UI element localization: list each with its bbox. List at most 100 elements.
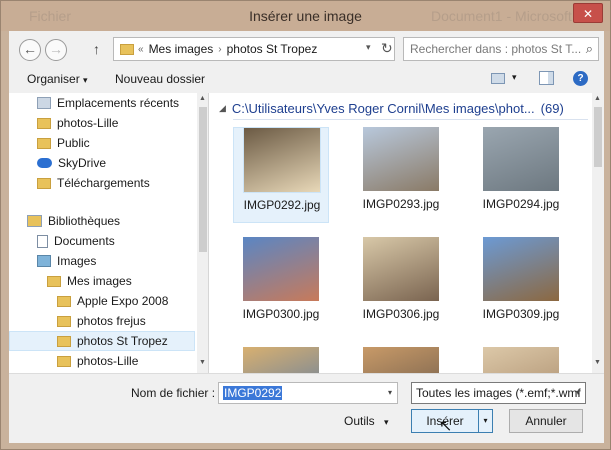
image-preview <box>483 127 559 191</box>
sidebar-item-apple-expo[interactable]: Apple Expo 2008 <box>9 291 195 311</box>
sidebar-item-label: Bibliothèques <box>48 214 121 228</box>
folder-icon <box>37 137 51 149</box>
organize-label: Organiser <box>27 72 80 86</box>
address-bar[interactable]: « Mes images › photos St Tropez ▾ ↻ <box>113 37 395 61</box>
sidebar-item-photos-frejus[interactable]: photos frejus <box>9 311 195 331</box>
preview-pane-icon[interactable] <box>539 71 554 85</box>
thumbnail-item[interactable]: IMGP0306.jpg <box>353 237 449 333</box>
thumbnail-item[interactable] <box>353 347 449 373</box>
sidebar-item-images[interactable]: Images <box>9 251 195 271</box>
thumbnail-label: IMGP0306.jpg <box>362 307 440 321</box>
insert-image-dialog: Fichier Document1 - Microsoft Wo Insérer… <box>0 0 611 450</box>
scroll-up-icon[interactable]: ▲ <box>199 95 206 102</box>
sidebar-item-downloads[interactable]: Téléchargements <box>9 173 195 193</box>
group-path: C:\Utilisateurs\Yves Roger Cornil\Mes im… <box>231 100 535 116</box>
sidebar-scrollbar[interactable]: ▲ ▼ <box>197 93 208 373</box>
group-divider <box>233 119 588 120</box>
scroll-up-icon[interactable]: ▲ <box>594 95 601 102</box>
tools-label: Outils <box>344 414 375 428</box>
image-preview <box>483 347 559 373</box>
breadcrumb-photos-st-tropez[interactable]: photos St Tropez <box>227 42 318 56</box>
sidebar-item-photos-lille[interactable]: photos-Lille <box>9 113 195 133</box>
thumbnail-item[interactable] <box>233 347 329 373</box>
filename-input[interactable]: IMGP0292 ▾ <box>218 382 398 404</box>
thumbnail-label: IMGP0293.jpg <box>362 197 440 211</box>
filename-value: IMGP0292 <box>223 386 283 400</box>
pictures-icon <box>37 255 51 267</box>
image-preview <box>243 237 319 301</box>
cancel-button[interactable]: Annuler <box>509 409 583 433</box>
thumbnail-item[interactable] <box>473 347 569 373</box>
folder-icon <box>120 43 134 55</box>
thumbnail-item[interactable]: IMGP0293.jpg <box>353 127 449 223</box>
new-folder-button[interactable]: Nouveau dossier <box>115 72 205 86</box>
scroll-thumb[interactable] <box>594 107 602 167</box>
image-preview <box>243 347 319 373</box>
sidebar-item-recent-places[interactable]: Emplacements récents <box>9 93 195 113</box>
sidebar-item-public[interactable]: Public <box>9 133 195 153</box>
sidebar-item-label: photos-Lille <box>57 116 119 130</box>
file-list: ◢ C:\Utilisateurs\Yves Roger Cornil\Mes … <box>209 93 604 373</box>
up-button[interactable]: ↑ <box>93 41 100 57</box>
collapse-icon[interactable]: ◢ <box>219 103 226 114</box>
view-dropdown-icon[interactable]: ▾ <box>512 72 517 83</box>
sidebar-item-mes-images[interactable]: Mes images <box>9 271 195 291</box>
chevron-down-icon[interactable]: ▾ <box>388 388 392 397</box>
change-view-icon[interactable] <box>491 73 505 84</box>
chevron-down-icon[interactable]: ▾ <box>576 388 580 397</box>
dialog-client: ← → ↑ « Mes images › photos St Tropez ▾ … <box>9 31 604 443</box>
image-preview <box>363 237 439 301</box>
chevron-down-icon: ▾ <box>83 75 88 85</box>
thumbnail-label: IMGP0300.jpg <box>242 307 320 321</box>
group-header[interactable]: ◢ C:\Utilisateurs\Yves Roger Cornil\Mes … <box>219 99 564 117</box>
chevron-down-icon: ▾ <box>384 417 389 427</box>
file-type-select[interactable]: Toutes les images (*.emf;*.wmf ▾ <box>411 382 586 404</box>
folder-icon <box>57 295 71 307</box>
toolbar: Organiser ▾ Nouveau dossier ▾ ? <box>9 67 604 93</box>
sidebar-item-label: SkyDrive <box>58 156 107 170</box>
scroll-down-icon[interactable]: ▼ <box>594 359 601 366</box>
sidebar-item-label: Emplacements récents <box>57 96 180 110</box>
sidebar-item-label: Public <box>57 136 90 150</box>
dialog-title: Insérer une image <box>249 8 362 24</box>
tools-button[interactable]: Outils ▾ <box>344 414 389 428</box>
sidebar-item-label: Apple Expo 2008 <box>77 294 169 308</box>
thumbnail-item[interactable]: IMGP0300.jpg <box>233 237 329 333</box>
scroll-down-icon[interactable]: ▼ <box>199 359 206 366</box>
overflow-chevron-icon[interactable]: « <box>138 44 144 55</box>
help-icon[interactable]: ? <box>573 71 588 86</box>
address-dropdown-icon[interactable]: ▾ <box>366 42 371 53</box>
scroll-thumb[interactable] <box>199 107 207 252</box>
organize-button[interactable]: Organiser ▾ <box>27 72 88 86</box>
search-input[interactable]: Rechercher dans : photos St T... ⌕ <box>403 37 599 61</box>
chevron-right-icon[interactable]: › <box>218 44 221 55</box>
sidebar-item-label: photos St Tropez <box>77 334 168 348</box>
title-bar[interactable]: Fichier Document1 - Microsoft Wo Insérer… <box>1 1 610 31</box>
file-type-value: Toutes les images (*.emf;*.wmf <box>416 386 581 400</box>
mouse-cursor-icon: ↖ <box>439 418 453 435</box>
sidebar-item-label: photos frejus <box>77 314 146 328</box>
sidebar-item-label: Documents <box>54 234 115 248</box>
folder-icon <box>57 355 71 367</box>
back-button[interactable]: ← <box>19 39 41 61</box>
refresh-icon[interactable]: ↻ <box>381 40 393 57</box>
folder-icon <box>57 335 71 347</box>
folder-icon <box>37 177 51 189</box>
sidebar-item-skydrive[interactable]: SkyDrive <box>9 153 195 173</box>
insert-dropdown-icon[interactable]: ▾ <box>478 410 492 432</box>
thumbnail-label: IMGP0309.jpg <box>482 307 560 321</box>
forward-button[interactable]: → <box>45 39 67 61</box>
sidebar-item-photos-st-tropez[interactable]: photos St Tropez <box>9 331 195 351</box>
thumbnail-item[interactable]: IMGP0309.jpg <box>473 237 569 333</box>
breadcrumb-mes-images[interactable]: Mes images <box>149 42 214 56</box>
sidebar-item-documents[interactable]: Documents <box>9 231 195 251</box>
search-icon[interactable]: ⌕ <box>586 41 593 57</box>
close-button[interactable]: ✕ <box>573 3 603 23</box>
thumbnail-item[interactable]: IMGP0292.jpg <box>233 127 329 223</box>
sidebar-item-photos-lille-2[interactable]: photos-Lille <box>9 351 195 371</box>
sidebar-item-libraries[interactable]: Bibliothèques <box>9 211 195 231</box>
file-list-scrollbar[interactable]: ▲ ▼ <box>592 93 604 373</box>
thumbnail-item[interactable]: IMGP0294.jpg <box>473 127 569 223</box>
image-preview <box>363 347 439 373</box>
search-placeholder: Rechercher dans : photos St T... <box>410 42 582 56</box>
